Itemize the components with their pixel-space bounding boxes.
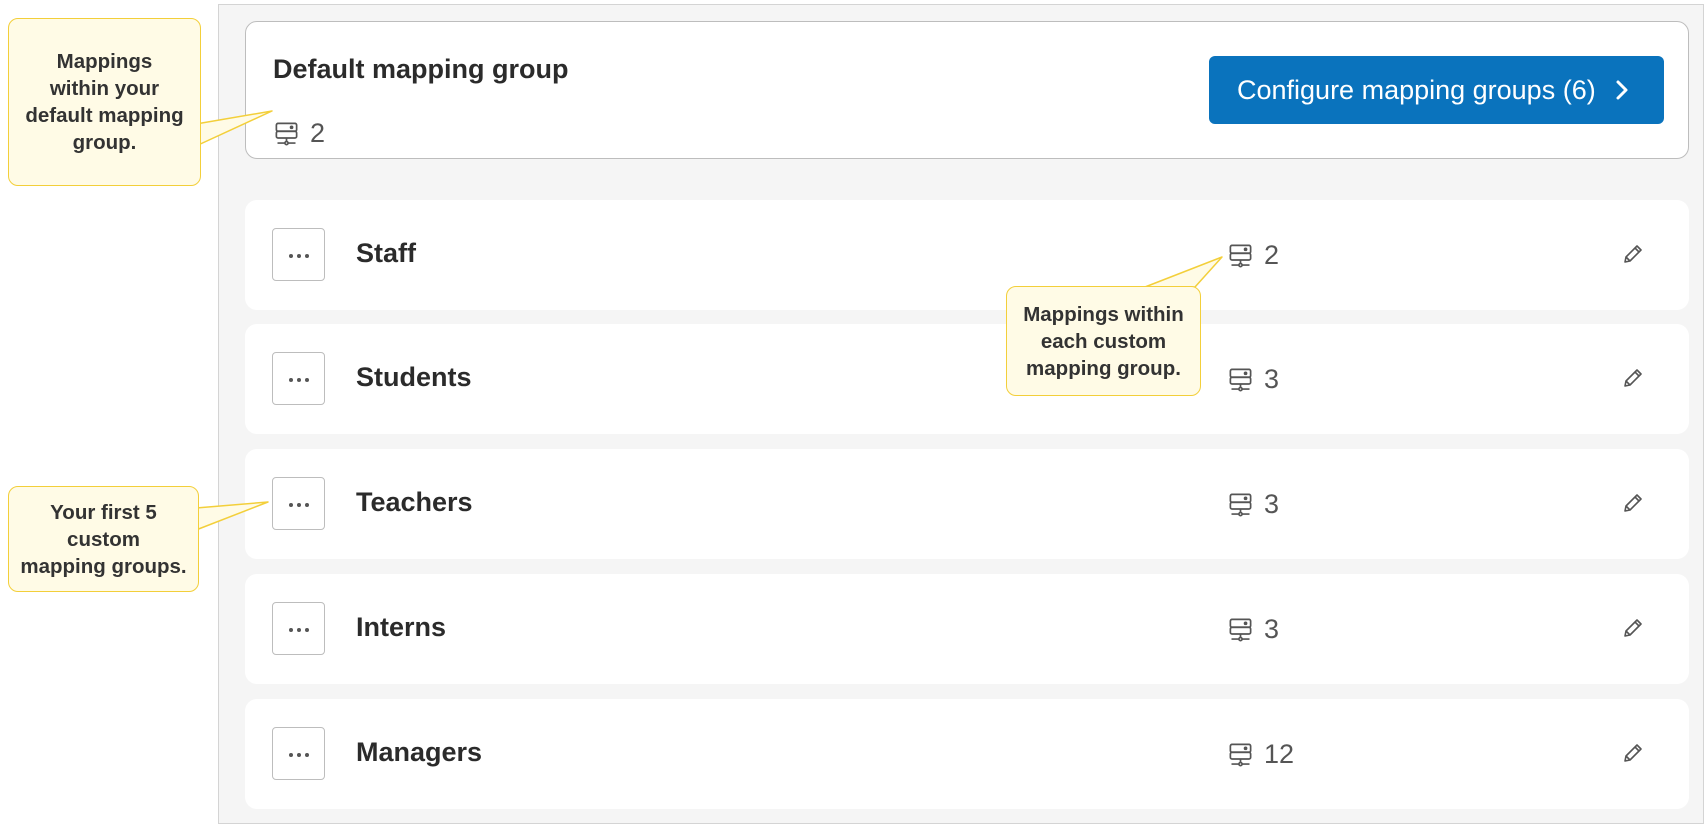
- callout-pointer-custom: [1144, 256, 1223, 288]
- callout-line: mapping group.: [1026, 356, 1181, 380]
- callout-line: mapping groups.: [20, 554, 187, 578]
- callout-line: default mapping: [25, 104, 184, 127]
- callout-line: Your first 5: [50, 500, 157, 524]
- callout-first-five: Your first 5 custom mapping groups.: [8, 486, 199, 592]
- callout-default-mappings: Mappings within your default mapping gro…: [8, 18, 201, 186]
- callout-pointer-default: [195, 110, 273, 147]
- callout-line: custom: [67, 527, 140, 551]
- callout-line: Mappings: [56, 50, 153, 73]
- callout-line: within your: [49, 77, 160, 100]
- callout-pointer-first-five: [195, 501, 269, 531]
- callout-line: group.: [72, 131, 137, 154]
- callout-line: Mappings within: [1023, 302, 1184, 326]
- callout-line: each custom: [1040, 329, 1167, 353]
- callout-pointers: [195, 110, 1223, 531]
- callout-custom-mappings: Mappings within each custom mapping grou…: [1006, 286, 1201, 396]
